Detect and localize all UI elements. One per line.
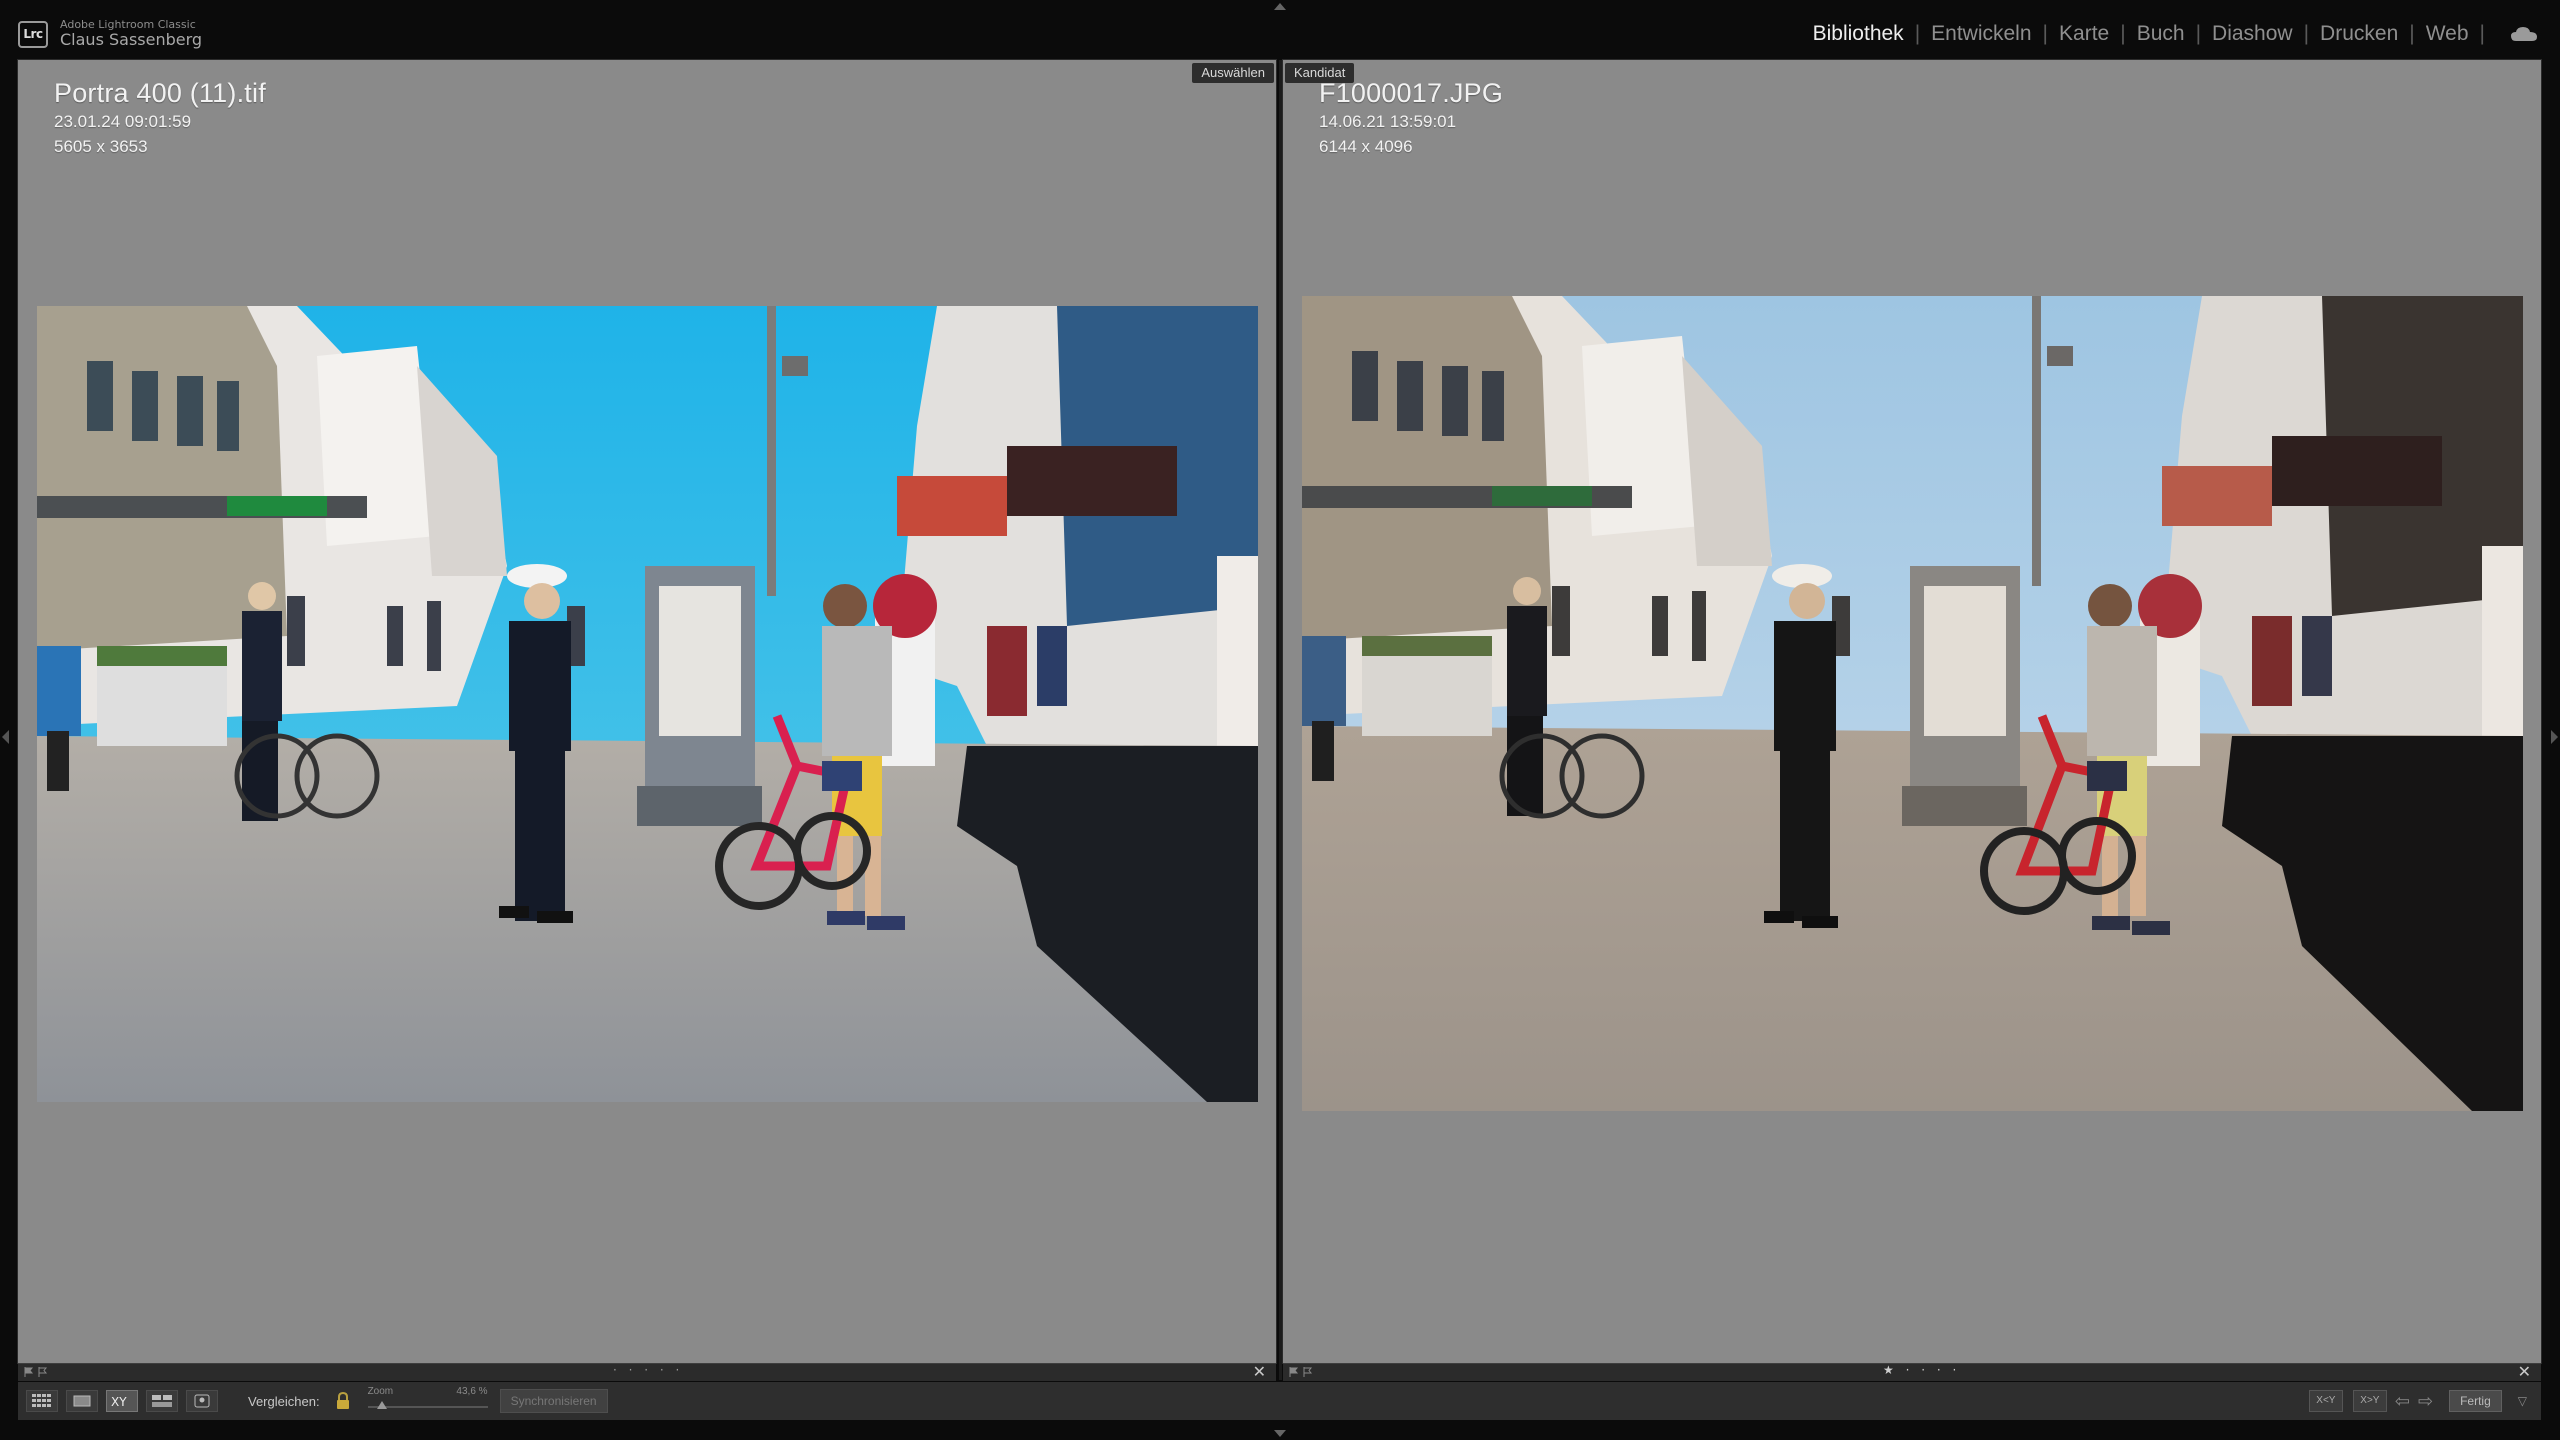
module-separator: | <box>1914 22 1921 45</box>
module-drucken[interactable]: Drucken <box>2320 22 2398 46</box>
star-rating[interactable]: · · · · · <box>613 1363 683 1377</box>
zoom-control[interactable]: Zoom 43,6 % <box>367 1386 488 1416</box>
select-info-overlay: Portra 400 (11).tif 23.01.24 09:01:59 56… <box>54 78 266 159</box>
chevron-down-icon[interactable]: ▽ <box>2518 1394 2527 1408</box>
select-photo[interactable] <box>37 306 1258 1102</box>
make-select-button[interactable]: X>Y <box>2352 1390 2387 1412</box>
compare-label: Vergleichen: <box>248 1393 320 1409</box>
survey-view-icon[interactable] <box>146 1390 178 1412</box>
reject-flag-icon[interactable] <box>1303 1367 1313 1377</box>
zoom-value: 43,6 % <box>456 1386 488 1397</box>
select-info-strip: · · · · · ✕ <box>18 1362 1276 1381</box>
identity-plate[interactable]: Lrc Adobe Lightroom Classic Claus Sassen… <box>18 14 202 54</box>
module-separator: | <box>2042 22 2049 45</box>
candidate-dimensions: 6144 x 4096 <box>1319 137 1413 156</box>
close-icon[interactable]: ✕ <box>2518 1362 2531 1381</box>
swap-button[interactable]: X<Y <box>2308 1390 2343 1412</box>
module-entwickeln[interactable]: Entwickeln <box>1931 22 2031 46</box>
top-panel-toggle-icon[interactable] <box>1274 3 1286 10</box>
sync-button[interactable]: Synchronisieren <box>499 1389 608 1413</box>
star-rating[interactable]: ★ · · · · <box>1883 1363 1960 1377</box>
module-web[interactable]: Web <box>2426 22 2469 46</box>
module-separator: | <box>2303 22 2310 45</box>
candidate-filename: F1000017.JPG <box>1319 78 1504 108</box>
svg-text:XY: XY <box>111 1395 127 1408</box>
cloud-sync-icon[interactable] <box>2510 25 2538 43</box>
toolbar-right: X<Y X>Y ⇦ ⇨ Fertig ▽ <box>2299 1390 2527 1412</box>
close-icon[interactable]: ✕ <box>1253 1362 1266 1381</box>
identity-text: Adobe Lightroom Classic Claus Sassenberg <box>60 19 202 49</box>
compare-divider <box>1279 60 1282 1380</box>
module-separator: | <box>2409 22 2415 45</box>
module-diashow[interactable]: Diashow <box>2212 22 2293 46</box>
candidate-photo[interactable] <box>1302 296 2523 1111</box>
module-separator: | <box>2195 22 2202 45</box>
candidate-info-overlay: F1000017.JPG 14.06.21 13:59:01 6144 x 40… <box>1319 78 1503 159</box>
select-dimensions: 5605 x 3653 <box>54 137 148 156</box>
module-separator: | <box>2120 22 2126 45</box>
reject-flag-icon[interactable] <box>38 1367 48 1377</box>
done-button[interactable]: Fertig <box>2449 1390 2502 1412</box>
module-buch[interactable]: Buch <box>2137 22 2185 46</box>
module-picker: Bibliothek | Entwickeln | Karte | Buch |… <box>1813 22 2538 46</box>
previous-arrow-icon[interactable]: ⇦ <box>2395 1391 2410 1412</box>
candidate-datetime: 14.06.21 13:59:01 <box>1319 112 1457 131</box>
next-arrow-icon[interactable]: ⇨ <box>2418 1391 2433 1412</box>
bottom-panel-toggle-icon[interactable] <box>1274 1430 1286 1437</box>
select-datetime: 23.01.24 09:01:59 <box>54 112 192 131</box>
lock-icon[interactable] <box>334 1392 352 1410</box>
select-panel[interactable]: Auswählen Portra 400 (11).tif 23.01.24 0… <box>17 59 1277 1381</box>
loupe-view-icon[interactable] <box>66 1390 98 1412</box>
candidate-panel[interactable]: Kandidat F1000017.JPG 14.06.21 13:59:01 … <box>1282 59 2542 1381</box>
toolbar: XY Vergleichen: Zoom 43,6 % Synchronisie… <box>18 1382 2541 1420</box>
zoom-slider-thumb[interactable] <box>376 1401 387 1409</box>
module-karte[interactable]: Karte <box>2059 22 2109 46</box>
zoom-label: Zoom <box>367 1386 394 1397</box>
candidate-info-strip: ★ · · · · ✕ <box>1283 1362 2541 1381</box>
user-name: Claus Sassenberg <box>60 30 203 50</box>
select-badge: Auswählen <box>1192 63 1274 83</box>
flag-icon[interactable] <box>24 1367 34 1377</box>
people-view-icon[interactable] <box>186 1390 218 1412</box>
right-panel-toggle-icon[interactable] <box>2551 730 2558 744</box>
grid-view-icon[interactable] <box>26 1390 58 1412</box>
select-filename: Portra 400 (11).tif <box>54 78 266 108</box>
left-panel-toggle-icon[interactable] <box>2 730 9 744</box>
flag-icon[interactable] <box>1289 1367 1299 1377</box>
module-separator: | <box>2479 22 2485 45</box>
compare-view-icon[interactable]: XY <box>106 1390 138 1412</box>
module-bibliothek[interactable]: Bibliothek <box>1813 22 1904 46</box>
lightroom-logo: Lrc <box>18 20 48 48</box>
